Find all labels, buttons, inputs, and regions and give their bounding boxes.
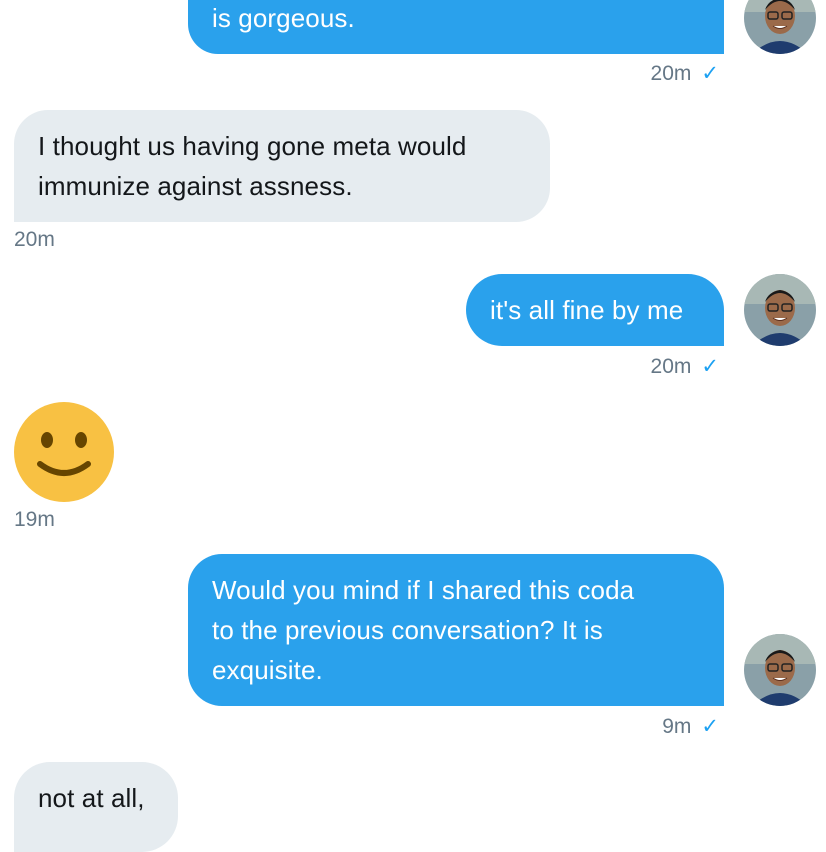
message-text-line: to the previous conversation? It is: [212, 615, 603, 645]
message-text-line: Would you mind if I shared this coda: [212, 575, 635, 605]
message-bubble-outgoing[interactable]: it's all fine by me: [466, 274, 724, 346]
check-icon: ✓: [701, 715, 719, 738]
check-icon: ✓: [701, 355, 719, 378]
message-text: not at all,: [38, 783, 145, 813]
message-meta: 20m ✓: [651, 62, 719, 86]
user-avatar[interactable]: [744, 274, 816, 346]
message-bubble-outgoing[interactable]: Would you mind if I shared this coda to …: [188, 554, 724, 706]
timestamp: 20m: [650, 355, 692, 378]
avatar-image: [744, 0, 816, 54]
message-text: is gorgeous.: [212, 3, 355, 33]
message-bubble-incoming[interactable]: not at all,: [14, 762, 178, 852]
message-text-line: exquisite.: [212, 655, 323, 685]
avatar-image: [744, 634, 816, 706]
check-icon: ✓: [701, 62, 719, 85]
message-text-line: immunize against assness.: [38, 171, 353, 201]
user-avatar[interactable]: [744, 634, 816, 706]
user-avatar[interactable]: [744, 0, 816, 54]
timestamp: 19m: [14, 508, 55, 531]
timestamp: 20m: [650, 62, 692, 85]
timestamp: 9m: [662, 715, 692, 738]
message-meta: 20m ✓: [651, 355, 719, 379]
message-bubble-incoming[interactable]: I thought us having gone meta would immu…: [14, 110, 550, 222]
message-meta: 9m ✓: [662, 715, 719, 739]
smiley-emoji-icon[interactable]: [14, 402, 114, 502]
avatar-image: [744, 274, 816, 346]
timestamp: 20m: [14, 228, 55, 251]
message-bubble-outgoing[interactable]: is gorgeous.: [188, 0, 724, 54]
message-text-line: I thought us having gone meta would: [38, 131, 467, 161]
message-text: it's all fine by me: [490, 295, 684, 325]
